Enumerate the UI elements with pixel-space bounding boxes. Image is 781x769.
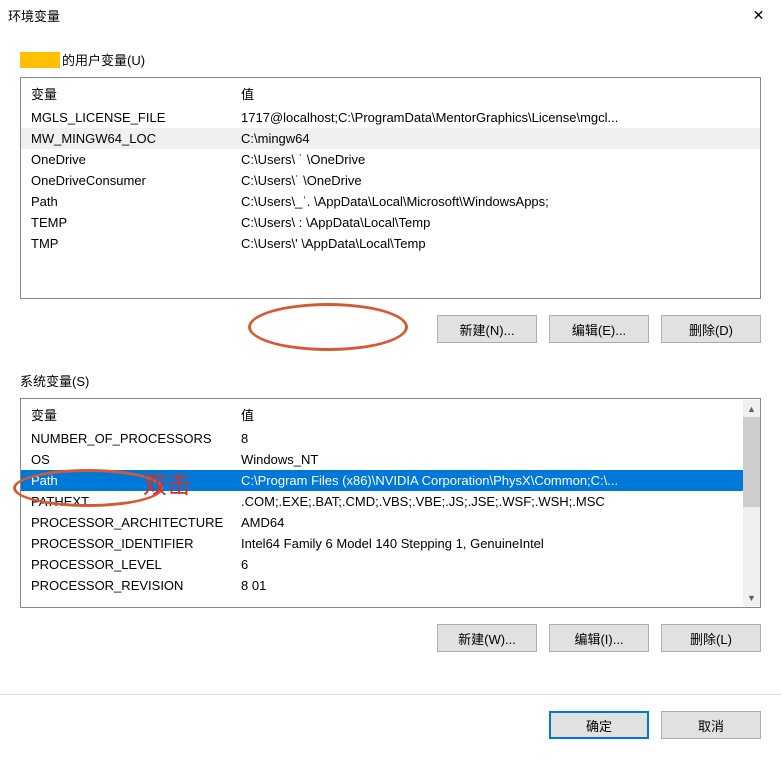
var-value: C:\Users\ ˙ \OneDrive [241, 152, 750, 167]
var-name: Path [31, 194, 241, 209]
table-row[interactable]: PROCESSOR_REVISION8 01 [21, 575, 760, 596]
var-value: 1717@localhost;C:\ProgramData\MentorGrap… [241, 110, 750, 125]
table-row[interactable]: PathC:\Program Files (x86)\NVIDIA Corpor… [21, 470, 760, 491]
table-row[interactable]: PROCESSOR_IDENTIFIERIntel64 Family 6 Mod… [21, 533, 760, 554]
user-vars-listbox[interactable]: 变量 值 MGLS_LICENSE_FILE1717@localhost;C:\… [20, 77, 761, 299]
ok-button[interactable]: 确定 [549, 711, 649, 739]
var-value: C:\mingw64 [241, 131, 750, 146]
annotation-circle-new [248, 303, 408, 351]
user-vars-label: 的用户变量(U) [20, 50, 761, 69]
table-row[interactable]: OneDriveConsumerC:\Users\˙ \OneDrive [21, 170, 760, 191]
user-delete-button[interactable]: 删除(D) [661, 315, 761, 343]
var-name: OneDrive [31, 152, 241, 167]
window-title: 环境变量 [8, 6, 60, 25]
var-value: Intel64 Family 6 Model 140 Stepping 1, G… [241, 536, 738, 551]
table-row[interactable]: PathC:\Users\_ˈ. \AppData\Local\Microsof… [21, 191, 760, 212]
var-value: .COM;.EXE;.BAT;.CMD;.VBS;.VBE;.JS;.JSE;.… [241, 494, 738, 509]
table-row[interactable]: PROCESSOR_ARCHITECTUREAMD64 [21, 512, 760, 533]
var-name: PROCESSOR_ARCHITECTURE [31, 515, 241, 530]
var-value: C:\Users\˙ \OneDrive [241, 173, 750, 188]
cancel-button[interactable]: 取消 [661, 711, 761, 739]
table-row[interactable]: MGLS_LICENSE_FILE1717@localhost;C:\Progr… [21, 107, 760, 128]
system-vars-header: 变量 值 [21, 399, 760, 428]
table-row[interactable]: MW_MINGW64_LOCC:\mingw64 [21, 128, 760, 149]
system-edit-button[interactable]: 编辑(I)... [549, 624, 649, 652]
var-value: C:\Users\ : \AppData\Local\Temp [241, 215, 750, 230]
var-value: AMD64 [241, 515, 738, 530]
var-name: TMP [31, 236, 241, 251]
var-value: Windows_NT [241, 452, 738, 467]
var-name: PROCESSOR_REVISION [31, 578, 241, 593]
user-vars-label-suffix: 的用户变量(U) [62, 50, 145, 69]
table-row[interactable]: PATHEXT.COM;.EXE;.BAT;.CMD;.VBS;.VBE;.JS… [21, 491, 760, 512]
var-value: C:\Users\_ˈ. \AppData\Local\Microsoft\Wi… [241, 194, 750, 209]
system-vars-label: 系统变量(S) [20, 371, 761, 390]
var-value: C:\Users\' \AppData\Local\Temp [241, 236, 750, 251]
var-value: C:\Program Files (x86)\NVIDIA Corporatio… [241, 473, 738, 488]
system-new-button[interactable]: 新建(W)... [437, 624, 537, 652]
var-value: 8 01 [241, 578, 738, 593]
var-name: PROCESSOR_LEVEL [31, 557, 241, 572]
user-header-value: 值 [241, 84, 750, 103]
var-name: NUMBER_OF_PROCESSORS [31, 431, 241, 446]
user-vars-header: 变量 值 [21, 78, 760, 107]
system-vars-listbox[interactable]: 变量 值 NUMBER_OF_PROCESSORS8OSWindows_NTPa… [20, 398, 761, 608]
var-name: MW_MINGW64_LOC [31, 131, 241, 146]
table-row[interactable]: PROCESSOR_LEVEL6 [21, 554, 760, 575]
user-header-name: 变量 [31, 84, 241, 103]
var-name: OneDriveConsumer [31, 173, 241, 188]
table-row[interactable]: OSWindows_NT [21, 449, 760, 470]
scroll-up-icon[interactable]: ▲ [743, 400, 760, 417]
var-value: 6 [241, 557, 738, 572]
var-name: PROCESSOR_IDENTIFIER [31, 536, 241, 551]
system-delete-button[interactable]: 删除(L) [661, 624, 761, 652]
scroll-down-icon[interactable]: ▼ [743, 589, 760, 606]
var-name: OS [31, 452, 241, 467]
table-row[interactable]: OneDriveC:\Users\ ˙ \OneDrive [21, 149, 760, 170]
system-header-value: 值 [241, 405, 738, 424]
var-name: Path [31, 473, 241, 488]
table-row[interactable]: NUMBER_OF_PROCESSORS8 [21, 428, 760, 449]
var-name: TEMP [31, 215, 241, 230]
close-button[interactable]: ✕ [736, 0, 781, 30]
var-name: PATHEXT [31, 494, 241, 509]
system-scrollbar[interactable]: ▲ ▼ [743, 400, 760, 606]
user-edit-button[interactable]: 编辑(E)... [549, 315, 649, 343]
redacted-username [20, 52, 60, 68]
scroll-thumb[interactable] [743, 417, 760, 507]
titlebar: 环境变量 ✕ [0, 0, 781, 30]
var-value: 8 [241, 431, 738, 446]
var-name: MGLS_LICENSE_FILE [31, 110, 241, 125]
user-new-button[interactable]: 新建(N)... [437, 315, 537, 343]
table-row[interactable]: TEMPC:\Users\ : \AppData\Local\Temp [21, 212, 760, 233]
table-row[interactable]: TMPC:\Users\' \AppData\Local\Temp [21, 233, 760, 254]
system-header-name: 变量 [31, 405, 241, 424]
